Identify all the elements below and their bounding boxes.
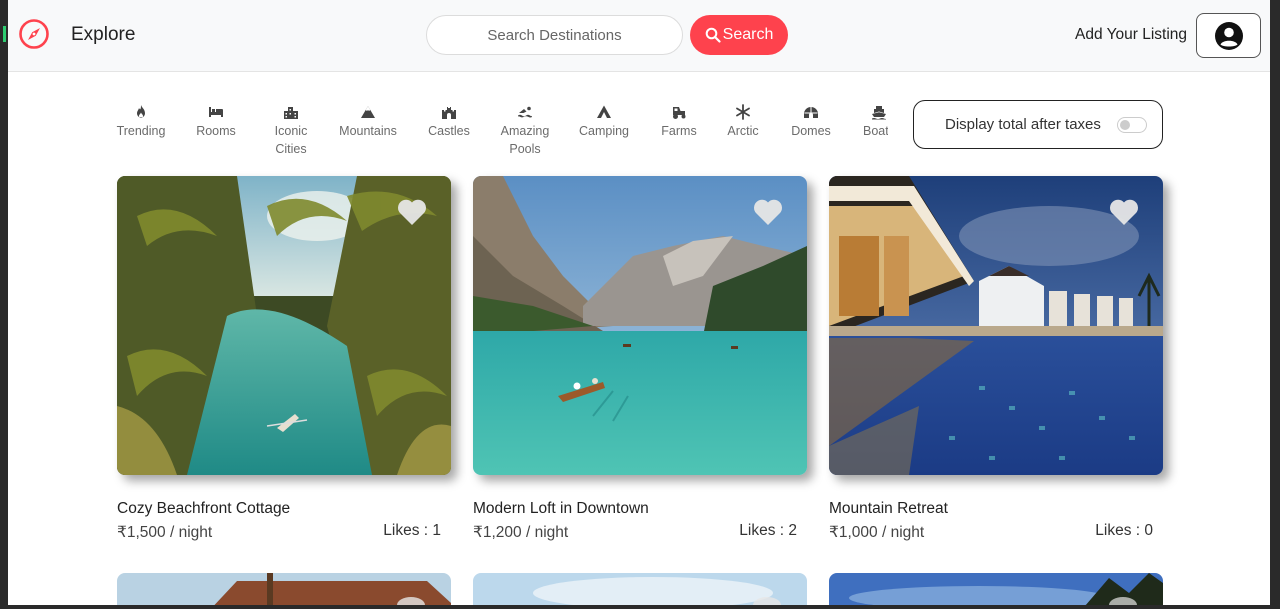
filter-boats[interactable]: Boats bbox=[860, 104, 888, 140]
filter-label: Farms bbox=[661, 124, 697, 138]
listing-likes: Likes : 1 bbox=[383, 522, 441, 539]
listing-image bbox=[117, 573, 451, 605]
bed-icon bbox=[209, 107, 223, 117]
heart-icon[interactable] bbox=[753, 198, 783, 226]
filter-rooms[interactable]: Rooms bbox=[192, 104, 240, 140]
filter-label: Domes bbox=[791, 124, 831, 138]
listing-likes: Likes : 2 bbox=[739, 522, 797, 539]
window-edge-accent bbox=[3, 26, 6, 42]
listing-image bbox=[473, 573, 807, 605]
listing-likes: Likes : 0 bbox=[1095, 522, 1153, 539]
filter-label: Amazing Pools bbox=[500, 124, 550, 156]
filter-arctic[interactable]: Arctic bbox=[722, 104, 764, 140]
filter-label: Mountains bbox=[339, 124, 397, 138]
search-icon bbox=[705, 27, 721, 43]
filter-amazing-pools[interactable]: Amazing Pools bbox=[497, 104, 553, 158]
heart-icon[interactable] bbox=[397, 198, 427, 226]
listing-card[interactable] bbox=[473, 573, 807, 605]
listing-card[interactable] bbox=[117, 573, 451, 605]
swimmer-icon bbox=[518, 106, 532, 118]
listing-price: ₹1,500 / night bbox=[117, 524, 213, 541]
listing-image bbox=[829, 573, 1163, 605]
page: Explore Search Add Your Listing Trending bbox=[8, 0, 1270, 605]
tractor-icon bbox=[673, 107, 686, 119]
category-filters: Trending Rooms Iconic Cities Mountains C… bbox=[108, 104, 888, 164]
switch-knob bbox=[1120, 120, 1130, 130]
filter-iconic-cities[interactable]: Iconic Cities bbox=[268, 104, 314, 158]
mountain-icon bbox=[361, 106, 375, 118]
listing-title: Cozy Beachfront Cottage bbox=[117, 500, 291, 517]
tax-toggle-label: Display total after taxes bbox=[945, 116, 1101, 133]
tax-toggle: Display total after taxes bbox=[913, 100, 1163, 149]
profile-button[interactable] bbox=[1196, 13, 1261, 58]
fire-icon bbox=[137, 105, 145, 118]
search-button[interactable]: Search bbox=[690, 15, 788, 55]
filter-label: Boats bbox=[863, 124, 888, 138]
listing-price: ₹1,000 / night bbox=[829, 524, 925, 541]
filter-label: Rooms bbox=[196, 124, 236, 138]
user-circle-icon bbox=[1214, 21, 1243, 50]
filter-label: Arctic bbox=[727, 124, 759, 138]
listing-card[interactable]: Modern Loft in Downtown ₹1,200 / night L… bbox=[473, 176, 807, 541]
search-input[interactable] bbox=[426, 15, 683, 55]
filter-domes[interactable]: Domes bbox=[789, 104, 833, 140]
compass-icon[interactable] bbox=[18, 18, 50, 50]
filter-label: Iconic Cities bbox=[274, 124, 308, 156]
igloo-icon bbox=[804, 107, 818, 118]
campground-icon bbox=[597, 105, 611, 118]
listing-image bbox=[829, 176, 1163, 475]
filter-trending[interactable]: Trending bbox=[114, 104, 168, 140]
heart-icon[interactable] bbox=[1109, 198, 1139, 226]
filter-mountains[interactable]: Mountains bbox=[336, 104, 400, 140]
listing-image bbox=[117, 176, 451, 475]
listing-card[interactable]: Cozy Beachfront Cottage ₹1,500 / night L… bbox=[117, 176, 451, 541]
city-icon bbox=[284, 107, 298, 119]
tax-switch[interactable] bbox=[1117, 117, 1147, 133]
filter-label: Trending bbox=[116, 124, 166, 138]
search-button-label: Search bbox=[722, 26, 774, 43]
bottom-edge bbox=[0, 605, 1280, 609]
filter-castles[interactable]: Castles bbox=[426, 104, 472, 140]
listing-price: ₹1,200 / night bbox=[473, 524, 569, 541]
filter-label: Camping bbox=[578, 124, 630, 138]
ship-icon bbox=[872, 106, 886, 120]
listing-card[interactable] bbox=[829, 573, 1163, 605]
brand-link[interactable]: Explore bbox=[71, 24, 135, 46]
listing-card[interactable]: Mountain Retreat ₹1,000 / night Likes : … bbox=[829, 176, 1163, 541]
filter-farms[interactable]: Farms bbox=[658, 104, 700, 140]
listing-title: Modern Loft in Downtown bbox=[473, 500, 649, 517]
listing-image bbox=[473, 176, 807, 475]
snowflake-icon bbox=[736, 104, 750, 120]
filter-label: Castles bbox=[428, 124, 470, 138]
navbar: Explore Search Add Your Listing bbox=[8, 0, 1270, 72]
add-listing-link[interactable]: Add Your Listing bbox=[1075, 26, 1187, 44]
filter-camping[interactable]: Camping bbox=[574, 104, 634, 140]
castle-icon bbox=[442, 107, 456, 119]
listing-title: Mountain Retreat bbox=[829, 500, 948, 517]
